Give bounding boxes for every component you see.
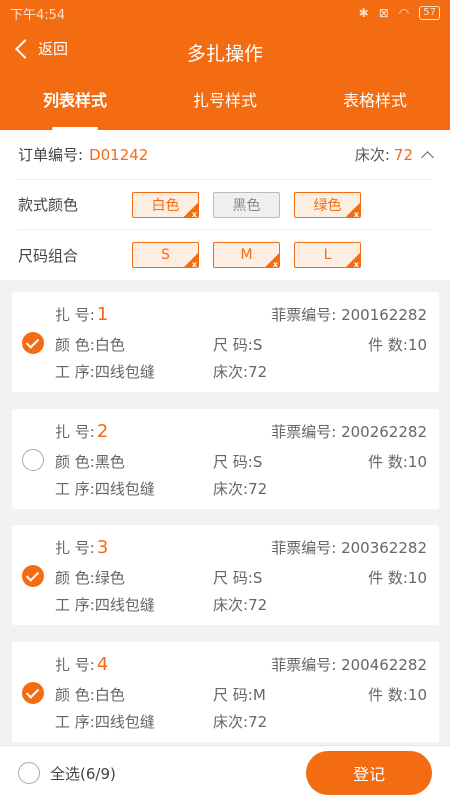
register-button[interactable]: 登记 [306,751,432,795]
status-time: 下午4:54 [10,7,66,23]
card-checkbox[interactable] [22,565,44,587]
color-chip-black[interactable]: 黑色 [213,191,280,218]
ticket-number: 200262282 [341,423,427,441]
card-bed: 72 [248,363,268,381]
bundle-number: 3 [96,537,109,558]
battery-icon: 57 [419,6,440,20]
card-color: 黑色 [94,453,125,471]
select-all-label[interactable]: 全选(6/9) [50,763,116,784]
ticket-number: 200162282 [341,306,427,324]
card-bed: 72 [248,480,268,498]
card-bed: 72 [248,596,268,614]
size-filter-row: 尺码组合 S x M x L x [18,230,432,280]
back-button[interactable]: 返回 [14,38,68,59]
chip-remove-icon: x [346,253,360,269]
back-label: 返回 [38,40,69,58]
card-count: 10 [407,686,427,704]
nav-bar: 返回 多扎操作 [0,26,450,78]
bundle-number: 2 [96,421,109,442]
bundle-list[interactable]: 扎 号: 1 菲票编号: 200162282 颜 色:白色尺 码:S 件 数:10 工… [0,280,450,745]
filter-panel: 订单编号: D01242 床次: 72 款式颜色 白色 x 黑色 绿色 x 尺码… [0,130,450,280]
card-checkbox[interactable] [22,332,44,354]
chip-remove-icon: x [184,202,198,219]
signal-off-icon: ⊠ [378,6,389,20]
card-process: 四线包缝 [94,480,155,498]
card-checkbox[interactable] [22,449,44,471]
bed-label: 床次: [354,146,390,164]
page-title: 多扎操作 [186,42,263,65]
order-row: 订单编号: D01242 床次: 72 [18,130,434,180]
size-chip-s[interactable]: S x [132,242,199,269]
card-count: 10 [407,569,427,587]
card-count: 10 [407,453,427,471]
bluetooth-icon: ✱ [358,6,369,20]
card-process: 四线包缝 [94,363,155,381]
top-bar: 下午4:54 ✱ ⊠ ◠ 57 返回 多扎操作 列表样式 扎号样式 表格样式 [0,0,450,130]
bundle-card[interactable]: 扎 号: 2 菲票编号: 200262282 颜 色:黑色尺 码:S 件 数:10 工… [12,409,439,509]
bottom-bar: 全选(6/9) 登记 [0,745,450,800]
bundle-card[interactable]: 扎 号: 1 菲票编号: 200162282 颜 色:白色尺 码:S 件 数:10 工… [12,292,439,392]
chevron-left-icon [15,38,35,59]
ticket-number: 200362282 [341,539,427,557]
card-count: 10 [407,336,427,354]
tab-bar: 列表样式 扎号样式 表格样式 [0,78,450,130]
card-process: 四线包缝 [94,596,155,614]
card-color: 白色 [94,686,125,704]
tab-list-style[interactable]: 列表样式 [0,78,150,130]
order-label: 订单编号: [18,146,84,164]
card-size: M [252,686,266,704]
card-size: S [252,569,263,587]
tab-table-style[interactable]: 表格样式 [300,78,450,130]
card-color: 绿色 [94,569,125,587]
card-process: 四线包缝 [94,713,155,731]
tab-bundle-style[interactable]: 扎号样式 [150,78,300,130]
color-filter-row: 款式颜色 白色 x 黑色 绿色 x [18,180,432,230]
chip-remove-icon: x [346,202,360,219]
card-bed: 72 [248,713,268,731]
order-number: D01242 [89,145,149,164]
bundle-number: 4 [96,654,109,675]
bundle-card[interactable]: 扎 号: 4 菲票编号: 200462282 颜 色:白色尺 码:M 件 数:10 工… [12,642,439,742]
chevron-up-icon [421,150,434,164]
select-all-checkbox[interactable] [18,762,40,784]
ticket-number: 200462282 [341,656,427,674]
bed-toggle[interactable]: 床次: 72 [354,144,434,165]
card-size: S [252,336,263,354]
card-checkbox[interactable] [22,682,44,704]
color-chip-white[interactable]: 白色 x [132,191,199,219]
chip-remove-icon: x [265,253,279,269]
bundle-number: 1 [96,304,109,325]
color-chip-green[interactable]: 绿色 x [294,191,361,219]
color-filter-label: 款式颜色 [18,196,79,214]
size-filter-label: 尺码组合 [18,246,79,265]
status-bar: 下午4:54 ✱ ⊠ ◠ 57 [0,0,450,26]
card-size: S [252,453,263,471]
wifi-icon: ◠ [398,6,410,20]
card-color: 白色 [94,336,125,354]
size-chip-l[interactable]: L x [294,242,361,269]
bundle-card[interactable]: 扎 号: 3 菲票编号: 200362282 颜 色:绿色尺 码:S 件 数:10 工… [12,525,439,625]
bed-value: 72 [393,145,413,164]
size-chip-m[interactable]: M x [213,242,280,269]
chip-remove-icon: x [184,253,198,269]
